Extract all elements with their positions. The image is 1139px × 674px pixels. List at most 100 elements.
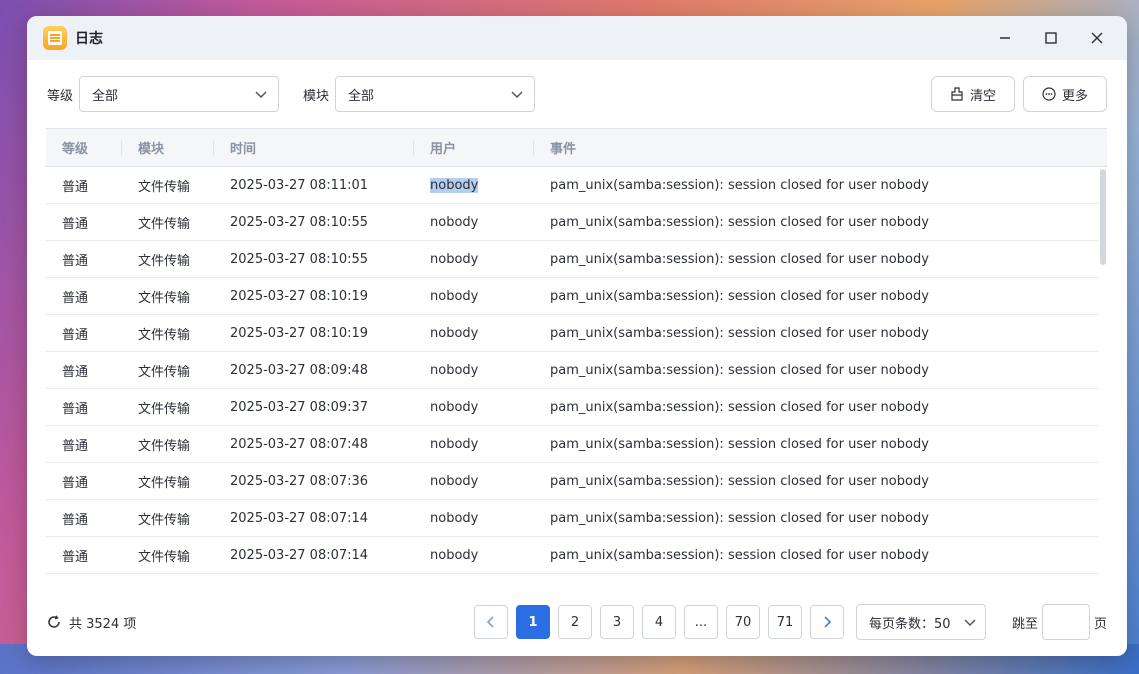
maximize-button[interactable] (1033, 23, 1069, 53)
page-button-1[interactable]: 1 (516, 605, 550, 639)
log-table: 等级 模块 时间 用户 事件 普通 文件传输 2025-03-27 08:11:01… (46, 128, 1107, 574)
cell-event-text: pam_unix(samba:session): session closed … (550, 436, 929, 452)
cell-user: nobody (414, 252, 534, 267)
table-row[interactable]: 普通 文件传输 2025-03-27 08:10:19 nobody pam_unix(… (46, 278, 1099, 315)
cell-time-text: 2025-03-27 08:10:19 (230, 288, 369, 304)
table-row[interactable]: 普通 文件传输 2025-03-27 08:11:01 nobody pam_unix(… (46, 167, 1099, 204)
column-header-user[interactable]: 用户 (414, 129, 534, 166)
cell-time: 2025-03-27 08:09:37 (214, 400, 414, 415)
minimize-icon (1000, 37, 1010, 39)
window-title: 日志 (75, 31, 103, 47)
cell-user-text: nobody (430, 251, 479, 267)
page-ellipsis[interactable]: ... (684, 605, 718, 639)
chevron-down-icon (255, 91, 267, 99)
column-header-event[interactable]: 事件 (534, 129, 1107, 166)
cell-level: 普通 (46, 509, 122, 528)
page-button-71[interactable]: 71 (768, 605, 802, 639)
cell-level-text: 普通 (62, 512, 89, 528)
page-button-3[interactable]: 3 (600, 605, 634, 639)
more-button-label: 更多 (1061, 88, 1088, 104)
column-header-module[interactable]: 模块 (122, 129, 214, 166)
cell-level-text: 普通 (62, 327, 89, 343)
page-jump: 跳至 页 (1012, 604, 1107, 640)
cell-event: pam_unix(samba:session): session closed … (534, 178, 1099, 193)
cell-level: 普通 (46, 361, 122, 380)
cell-module-text: 文件传输 (138, 438, 191, 454)
minimize-button[interactable] (987, 23, 1023, 53)
column-header-level[interactable]: 等级 (46, 129, 122, 166)
cell-time: 2025-03-27 08:07:36 (214, 474, 414, 489)
next-page-button[interactable] (810, 605, 844, 639)
module-select[interactable]: 全部 (335, 76, 536, 112)
cell-user-text: nobody (430, 288, 479, 304)
table-row[interactable]: 普通 文件传输 2025-03-27 08:07:14 nobody pam_unix(… (46, 500, 1099, 537)
refresh-icon[interactable] (47, 615, 61, 629)
cell-time-text: 2025-03-27 08:09:37 (230, 399, 369, 415)
level-select[interactable]: 全部 (79, 76, 280, 112)
cell-event: pam_unix(samba:session): session closed … (534, 363, 1099, 378)
more-button[interactable]: 更多 (1023, 76, 1107, 112)
cell-event-text: pam_unix(samba:session): session closed … (550, 510, 929, 526)
cell-event: pam_unix(samba:session): session closed … (534, 474, 1099, 489)
page-button-4[interactable]: 4 (642, 605, 676, 639)
cell-user: nobody (414, 511, 534, 526)
cell-level: 普通 (46, 398, 122, 417)
cell-time-text: 2025-03-27 08:10:55 (230, 214, 369, 230)
jump-page-input[interactable] (1041, 604, 1090, 640)
page-button-2[interactable]: 2 (558, 605, 592, 639)
cell-module-text: 文件传输 (138, 512, 191, 528)
cell-module-text: 文件传输 (138, 253, 191, 269)
table-row[interactable]: 普通 文件传输 2025-03-27 08:07:14 nobody pam_unix(… (46, 537, 1099, 574)
table-row[interactable]: 普通 文件传输 2025-03-27 08:10:55 nobody pam_unix(… (46, 241, 1099, 278)
page-size-value: 每页条数：50 (869, 616, 951, 632)
table-row[interactable]: 普通 文件传输 2025-03-27 08:10:55 nobody pam_unix(… (46, 204, 1099, 241)
table-row[interactable]: 普通 文件传输 2025-03-27 08:10:19 nobody pam_unix(… (46, 315, 1099, 352)
cell-module: 文件传输 (122, 361, 214, 380)
cell-level: 普通 (46, 176, 122, 195)
prev-page-button[interactable] (474, 605, 508, 639)
cell-event: pam_unix(samba:session): session closed … (534, 548, 1099, 563)
cell-module: 文件传输 (122, 176, 214, 195)
cell-time-text: 2025-03-27 08:07:36 (230, 473, 369, 489)
more-icon (1042, 87, 1056, 101)
cell-module: 文件传输 (122, 472, 214, 491)
cell-level-text: 普通 (62, 290, 89, 306)
footer-bar: 共 3524 项 1 2 3 4... 70 71 每页条数：50 跳至 页 (27, 604, 1127, 640)
column-header-time[interactable]: 时间 (214, 129, 414, 166)
cell-event-text: pam_unix(samba:session): session closed … (550, 214, 929, 230)
broom-icon (951, 87, 963, 101)
log-window: 日志 等级 全部 模块 全部 清空 更多 等级 模块 时间 用户 事件 普通 文… (27, 16, 1127, 656)
cell-user: nobody (414, 177, 534, 193)
cell-user-text: nobody (430, 473, 479, 489)
cell-user: nobody (414, 474, 534, 489)
cell-module: 文件传输 (122, 398, 214, 417)
chevron-down-icon (964, 619, 976, 627)
cell-user: nobody (414, 326, 534, 341)
cell-time-text: 2025-03-27 08:10:19 (230, 325, 369, 341)
cell-time: 2025-03-27 08:07:14 (214, 511, 414, 526)
table-row[interactable]: 普通 文件传输 2025-03-27 08:09:37 nobody pam_unix(… (46, 389, 1099, 426)
cell-time: 2025-03-27 08:11:01 (214, 178, 414, 193)
cell-user: nobody (414, 215, 534, 230)
table-row[interactable]: 普通 文件传输 2025-03-27 08:07:36 nobody pam_unix(… (46, 463, 1099, 500)
clear-button[interactable]: 清空 (931, 76, 1015, 112)
cell-user-text: nobody (430, 547, 479, 563)
page-button-70[interactable]: 70 (726, 605, 760, 639)
cell-module-text: 文件传输 (138, 327, 191, 343)
cell-module-text: 文件传输 (138, 549, 191, 565)
table-row[interactable]: 普通 文件传输 2025-03-27 08:09:48 nobody pam_unix(… (46, 352, 1099, 389)
maximize-icon (1045, 32, 1057, 44)
close-button[interactable] (1079, 23, 1115, 53)
page-size-select[interactable]: 每页条数：50 (856, 604, 986, 640)
cell-module: 文件传输 (122, 250, 214, 269)
cell-level: 普通 (46, 287, 122, 306)
cell-module: 文件传输 (122, 324, 214, 343)
log-app-icon (43, 26, 67, 50)
table-row[interactable]: 普通 文件传输 2025-03-27 08:07:48 nobody pam_unix(… (46, 426, 1099, 463)
cell-level: 普通 (46, 250, 122, 269)
jump-label: 跳至 (1011, 616, 1038, 632)
cell-module-text: 文件传输 (138, 216, 191, 232)
title-bar: 日志 (27, 16, 1127, 60)
table-scrollbar[interactable] (1100, 169, 1106, 265)
cell-user: nobody (414, 363, 534, 378)
